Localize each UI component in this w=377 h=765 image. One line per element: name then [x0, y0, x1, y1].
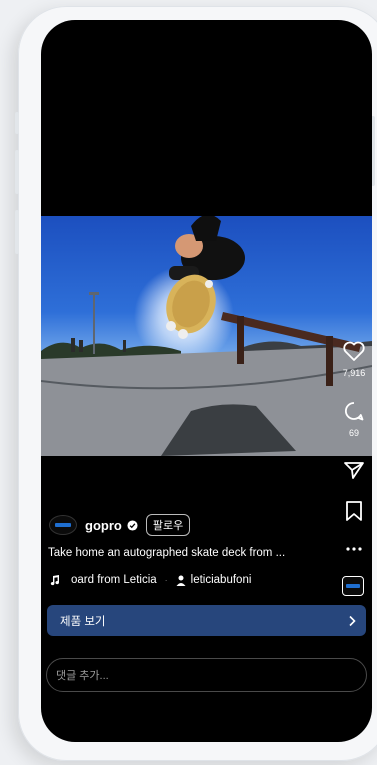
user-row: gopro 팔로우	[49, 514, 191, 536]
phone-volume-up-button	[15, 150, 19, 194]
comment-input[interactable]: 댓글 추가...	[46, 658, 367, 692]
separator-dot: ·	[164, 575, 168, 585]
bookmark-icon	[346, 501, 362, 521]
reel-video[interactable]	[41, 216, 372, 456]
verified-badge-icon	[127, 519, 138, 531]
comment-icon	[345, 402, 364, 421]
share-button[interactable]	[336, 460, 372, 485]
comment-button[interactable]: 69	[336, 400, 372, 438]
follow-button[interactable]: 팔로우	[145, 514, 191, 536]
save-button[interactable]	[336, 500, 372, 527]
phone-screen: 7,916 69 gopro 팔로우 Take home an autograp…	[41, 20, 372, 742]
tagged-user[interactable]: leticiabufoni	[191, 574, 252, 586]
heart-icon	[343, 341, 365, 361]
like-count: 7,916	[342, 368, 366, 378]
gopro-logo-icon	[346, 584, 360, 588]
view-products-button[interactable]: 제품 보기	[47, 605, 366, 636]
chevron-right-icon	[349, 615, 356, 626]
audio-title[interactable]: oard from Leticia	[71, 574, 157, 586]
send-icon	[344, 462, 364, 479]
gopro-logo-icon	[55, 523, 71, 527]
comment-count: 69	[348, 428, 359, 438]
username[interactable]: gopro	[85, 518, 122, 533]
comment-placeholder: 댓글 추가...	[56, 670, 109, 682]
view-products-label: 제품 보기	[60, 615, 106, 628]
phone-side-button	[15, 112, 19, 134]
like-button[interactable]: 7,916	[336, 340, 372, 378]
avatar[interactable]	[49, 515, 77, 535]
phone-volume-down-button	[15, 210, 19, 254]
post-caption[interactable]: Take home an autographed skate deck from…	[48, 547, 318, 559]
more-button[interactable]	[336, 540, 372, 558]
more-icon	[346, 547, 362, 551]
audio-thumbnail[interactable]	[342, 576, 364, 596]
audio-row: oard from Leticia · leticiabufoni	[49, 574, 251, 586]
skate-scene-image	[41, 216, 372, 456]
music-note-icon	[50, 575, 60, 586]
person-icon	[176, 575, 186, 586]
